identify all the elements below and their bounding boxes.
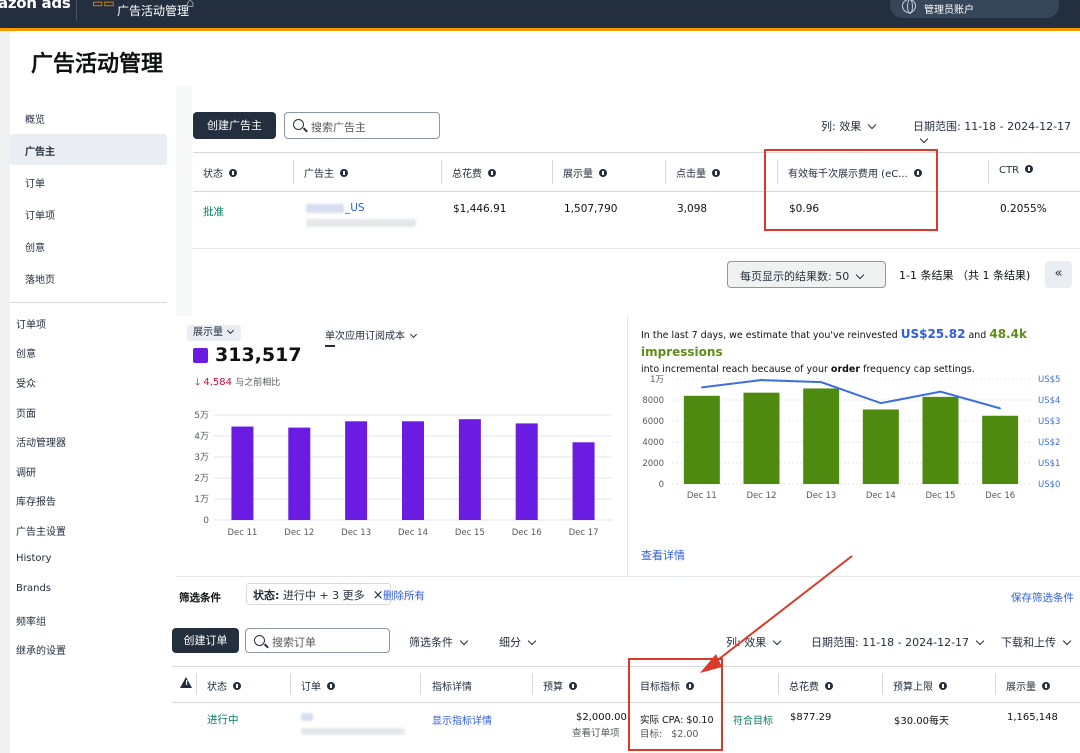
arrow-line <box>709 555 853 667</box>
arrow-head <box>700 654 722 673</box>
annotation-arrow <box>700 555 853 673</box>
